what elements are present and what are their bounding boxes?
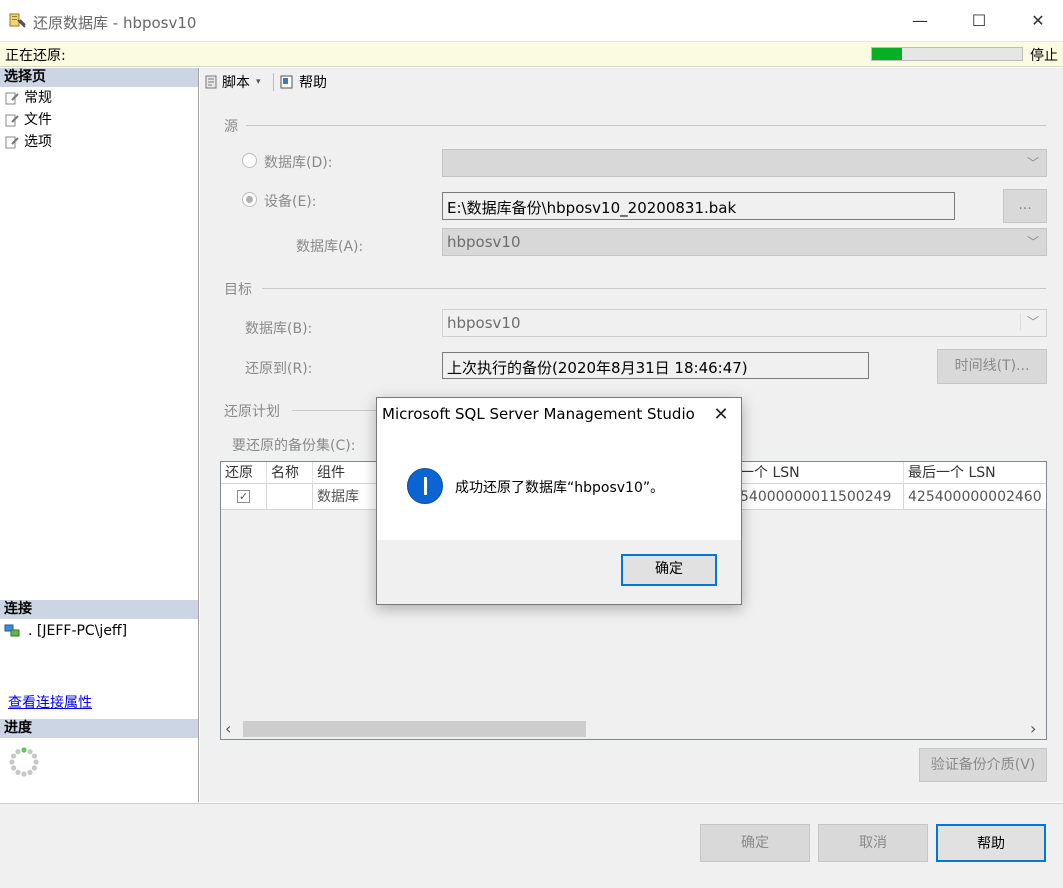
column-header-restore[interactable]: 还原 [221,462,267,484]
help-label: 帮助 [299,75,327,91]
toolbar-separator [273,73,274,91]
browse-button[interactable]: ... [1003,189,1047,223]
select-page-header: 选择页 [0,68,198,87]
column-header-name[interactable]: 名称 [267,462,313,484]
restore-progress-bar [871,47,1023,61]
restore-to-field[interactable]: 上次执行的备份(2020年8月31日 18:46:47) [442,352,869,379]
source-database-dropdown[interactable]: hbposv10 ﹀ [442,228,1047,256]
page-label: 选项 [24,134,52,150]
maximize-button[interactable]: ☐ [956,6,1002,36]
connection-text: . [JEFF-PC\jeff] [28,623,128,639]
scroll-right-arrow-icon[interactable]: › [1030,719,1036,739]
success-dialog: Microsoft SQL Server Management Studio ✕… [376,397,742,605]
page-files[interactable]: 文件 [4,110,52,130]
backup-sets-label: 要还原的备份集(C): [232,438,356,454]
restore-progress-fill [872,48,902,60]
restore-database-icon [8,11,28,31]
dropdown-arrow-icon: ▾ [256,77,261,87]
restore-checkbox[interactable]: ✓ [237,490,250,503]
scroll-left-arrow-icon[interactable]: ‹ [225,719,231,739]
component-cell: 数据库 [313,484,377,510]
group-divider [246,125,1046,126]
page-options[interactable]: 选项 [4,132,52,152]
page-wrench-icon [5,136,19,149]
source-database-label: 数据库(A): [296,239,364,255]
close-button[interactable]: ✕ [1015,6,1061,36]
chevron-down-icon: ﹀ [1019,313,1039,330]
page-wrench-icon [5,92,19,105]
help-button[interactable]: 帮助 [936,824,1046,862]
window-title: 还原数据库 - hbposv10 [33,14,197,32]
status-bar: 正在还原: 停止 [0,42,1063,67]
first-lsn-cell: 54000000011500249 [736,484,904,510]
view-connection-properties-link[interactable]: 查看连接属性 [8,692,92,712]
script-button[interactable]: 脚本 ▾ [203,72,261,92]
source-database-value: hbposv10 [447,233,521,251]
device-radio[interactable] [242,192,257,207]
stop-button[interactable]: 停止 [1030,45,1058,65]
minimize-button[interactable]: — [897,6,943,36]
horizontal-scrollbar[interactable]: ‹ › [221,719,1046,739]
last-lsn-cell: 425400000002460 [904,484,1046,510]
name-cell [267,484,313,510]
progress-header: 进度 [0,719,198,738]
target-database-dropdown[interactable]: hbposv10 ﹀ [442,309,1047,337]
title-bar: 还原数据库 - hbposv10 — ☐ ✕ [0,0,1063,42]
page-label: 常规 [24,90,52,106]
device-radio-label: 设备(E): [264,194,317,210]
dialog-button-bar: 确定 取消 帮助 [0,803,1063,888]
chevron-down-icon: ﹀ [1026,156,1039,170]
timeline-button[interactable]: 时间线(T)... [937,349,1047,384]
restore-cell: ✓ [221,484,267,510]
chevron-down-icon: ﹀ [1026,235,1039,249]
device-path-field[interactable]: E:\数据库备份\hbposv10_20200831.bak [442,192,955,220]
help-book-icon [280,75,293,89]
script-icon [205,75,217,89]
dialog-footer: 确定 [377,540,741,604]
toolbar: 脚本 ▾ 帮助 [200,68,1063,96]
progress-spinner-icon [8,746,40,782]
script-label: 脚本 [222,75,250,91]
column-header-first-lsn[interactable]: 一个 LSN [736,462,904,484]
restore-to-label: 还原到(R): [245,361,313,377]
column-header-component[interactable]: 组件 [313,462,377,484]
scrollbar-thumb[interactable] [243,721,586,737]
target-group-label: 目标 [224,282,252,298]
database-radio[interactable] [242,153,257,168]
group-divider [262,288,1046,289]
info-icon [407,468,443,504]
page-general[interactable]: 常规 [4,88,52,108]
left-panel: 选择页 常规 文件 选项 连接 . [JEFF-PC\jeff] 查看连接属性 … [0,68,199,802]
restore-plan-group-label: 还原计划 [224,404,280,420]
dialog-title: Microsoft SQL Server Management Studio [382,405,695,423]
database-radio-label: 数据库(D): [264,155,333,171]
page-wrench-icon [5,114,19,127]
help-toolbar-button[interactable]: 帮助 [279,72,327,92]
connection-info: . [JEFF-PC\jeff] [4,623,127,639]
cancel-button[interactable]: 取消 [818,824,928,862]
dialog-ok-button[interactable]: 确定 [621,554,717,586]
status-text: 正在还原: [5,48,66,64]
page-label: 文件 [24,112,52,128]
target-database-label: 数据库(B): [245,321,313,337]
dialog-message: 成功还原了数据库“hbposv10”。 [455,480,665,496]
target-database-value: hbposv10 [447,314,521,332]
source-database-select[interactable]: ﹀ [442,149,1047,177]
column-header-last-lsn[interactable]: 最后一个 LSN [904,462,1046,484]
server-connection-icon [4,624,20,637]
group-divider [292,410,382,411]
connection-header: 连接 [0,600,198,619]
ok-button[interactable]: 确定 [700,824,810,862]
dialog-close-button[interactable]: ✕ [707,402,735,428]
verify-backup-media-button[interactable]: 验证备份介质(V) [919,748,1047,782]
source-group-label: 源 [224,119,238,135]
